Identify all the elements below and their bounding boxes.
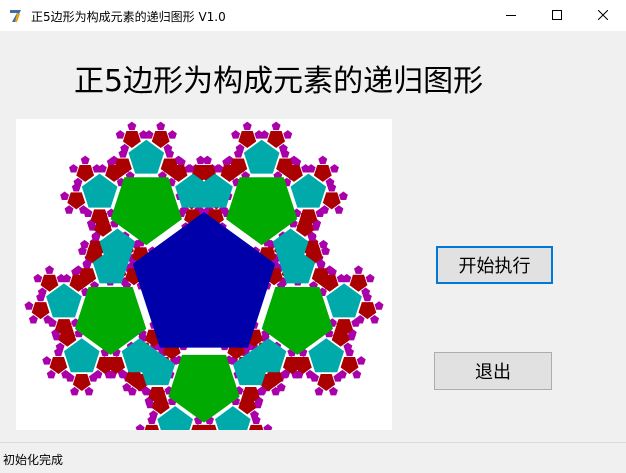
title-bar[interactable]: 正5边形为构成元素的递归图形 V1.0: [0, 0, 626, 31]
pentagon-level-4: [42, 356, 52, 365]
pentagon-level-4: [242, 121, 252, 131]
close-button[interactable]: [580, 0, 626, 31]
pentagon-level-4: [283, 130, 293, 139]
fractal-canvas: [16, 119, 392, 430]
pentagon-level-4: [28, 314, 38, 324]
status-text: 初始化完成: [3, 453, 64, 467]
pentagon-level-4: [370, 314, 380, 324]
pentagon-level-4: [45, 265, 54, 274]
pentagon-level-4: [352, 369, 362, 379]
pentagon-level-4: [354, 265, 363, 274]
maximize-button[interactable]: [534, 0, 580, 31]
pentagon-level-4: [84, 386, 94, 396]
status-bar: 初始化完成: [0, 442, 626, 473]
pentagon-level-4: [120, 143, 130, 153]
pentagon-level-4: [167, 130, 177, 139]
maximize-icon: [552, 8, 562, 24]
close-icon: [597, 8, 609, 24]
pentagon-level-4: [361, 287, 371, 297]
pentagon-level-4: [64, 205, 74, 214]
minimize-button[interactable]: [488, 0, 534, 31]
pentagon-level-4: [263, 423, 273, 430]
app-7-icon[interactable]: [8, 8, 24, 24]
minimize-icon: [506, 8, 516, 24]
pentagon-level-4: [271, 121, 281, 131]
pentagon-level-4: [330, 164, 339, 173]
pentagon-level-4: [115, 130, 125, 139]
pentagon-level-4: [254, 130, 264, 139]
pentagon-level-4: [79, 205, 88, 214]
pentagon-level-4: [69, 164, 78, 173]
pentagon-level-4: [365, 273, 375, 283]
pentagon-level-4: [127, 121, 137, 131]
pentagon-level-4: [306, 164, 316, 173]
pentagon-level-4: [305, 369, 315, 379]
pentagon-level-4: [139, 130, 148, 139]
pentagon-level-4: [202, 155, 212, 165]
pentagon-level-4: [276, 382, 286, 392]
pentagon-level-4: [70, 386, 80, 396]
pentagon-level-4: [33, 273, 43, 283]
pentagon-level-4: [337, 369, 347, 379]
pentagon-level-4: [342, 273, 352, 283]
pentagon-level-4: [135, 423, 145, 430]
pentagon-level-4: [334, 205, 344, 214]
pentagon-level-4: [149, 410, 158, 419]
pentagon-level-4: [314, 386, 324, 396]
app-window: 正5边形为构成元素的递归图形 V1.0 正5边形为构成元素的递归图形 开始执行 …: [0, 0, 626, 473]
pentagon-level-4: [235, 143, 245, 153]
pentagon-level-4: [318, 155, 328, 165]
pentagon-level-4: [43, 314, 53, 324]
pentagon-level-4: [356, 356, 366, 365]
pentagon-level-4: [328, 386, 338, 396]
pentagon-level-4: [156, 121, 166, 131]
pentagon-level-4: [97, 164, 107, 173]
pentagon-level-4: [46, 369, 56, 379]
pentagon-level-3: [144, 424, 159, 430]
pentagon-level-4: [231, 130, 241, 139]
window-title: 正5边形为构成元素的递归图形 V1.0: [31, 10, 226, 24]
pentagon-level-4: [24, 301, 34, 310]
pentagon-level-4: [325, 177, 335, 187]
pentagon-level-4: [80, 239, 89, 249]
pentagon-level-4: [60, 191, 70, 200]
pentagon-fractal: [24, 121, 384, 430]
pentagon-level-4: [374, 301, 384, 310]
exit-button[interactable]: 退出: [434, 352, 552, 390]
start-button[interactable]: 开始执行: [436, 246, 553, 284]
pentagon-level-4: [338, 191, 348, 200]
pentagon-level-4: [55, 342, 65, 351]
pentagon-level-3: [249, 424, 264, 430]
pentagon-level-4: [80, 155, 90, 165]
pentagon-level-4: [62, 273, 72, 283]
pentagon-level-4: [319, 239, 328, 249]
page-heading: 正5边形为构成元素的递归图形: [74, 64, 484, 99]
